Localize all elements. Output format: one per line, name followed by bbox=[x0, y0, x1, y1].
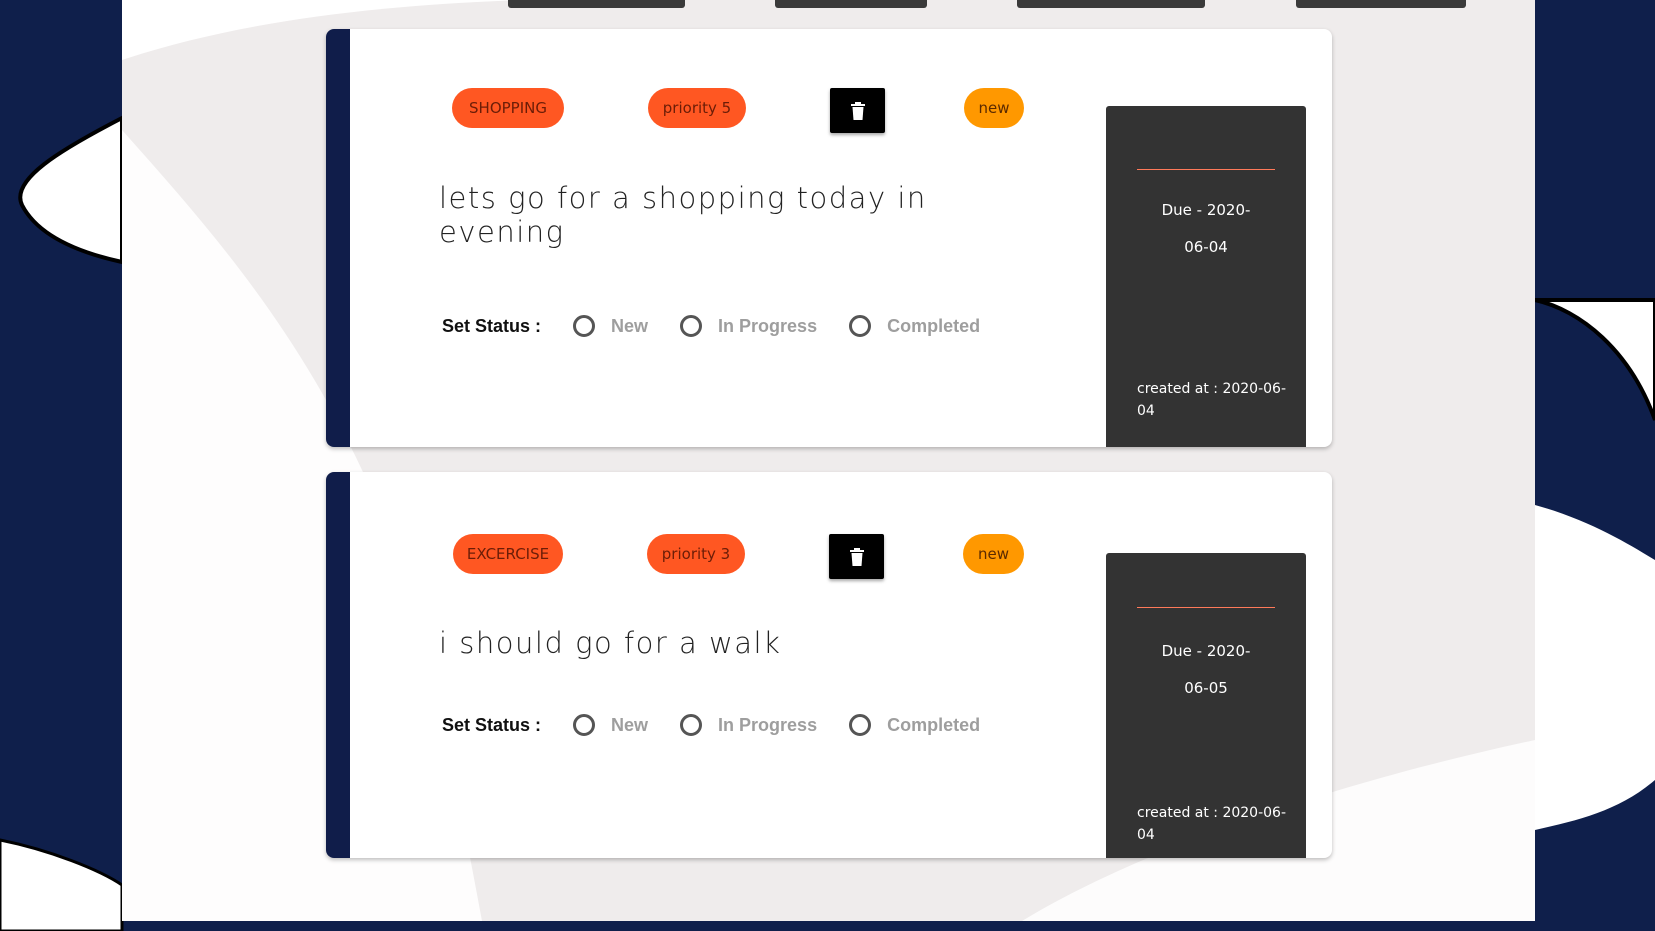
due-date-line1: Due - 2020- bbox=[1161, 642, 1251, 660]
category-badge: SHOPPING bbox=[452, 88, 564, 128]
top-nav-button-2[interactable] bbox=[775, 0, 927, 8]
status-radio-completed[interactable]: Completed bbox=[849, 315, 980, 337]
state-badge: new bbox=[964, 88, 1024, 128]
date-sidebar: Due - 2020- 06-04 created at : 2020-06- … bbox=[1106, 106, 1306, 447]
card-stripe bbox=[326, 472, 350, 858]
status-row: Set Status : New In Progress Completed bbox=[442, 710, 1012, 740]
priority-badge: priority 3 bbox=[647, 534, 745, 574]
radio-label: New bbox=[611, 714, 649, 735]
radio-circle[interactable] bbox=[680, 315, 703, 337]
trash-icon bbox=[849, 547, 864, 566]
divider bbox=[1137, 169, 1275, 170]
status-radio-completed[interactable]: Completed bbox=[849, 714, 980, 736]
top-nav-button-3[interactable] bbox=[1017, 0, 1205, 8]
top-nav-button-4[interactable] bbox=[1296, 0, 1466, 8]
radio-label: Completed bbox=[887, 714, 981, 735]
task-card: EXCERCISE priority 3 new i should go for… bbox=[326, 472, 1332, 858]
priority-badge: priority 5 bbox=[648, 88, 746, 128]
radio-circle[interactable] bbox=[680, 714, 703, 736]
radio-circle[interactable] bbox=[849, 315, 872, 337]
category-badge: EXCERCISE bbox=[453, 534, 563, 574]
card-stripe bbox=[326, 29, 350, 447]
status-radio-new[interactable]: New bbox=[573, 714, 648, 736]
radio-circle[interactable] bbox=[573, 714, 596, 736]
status-row: Set Status : New In Progress Completed bbox=[442, 311, 1012, 341]
radio-label: In Progress bbox=[718, 315, 818, 336]
created-date-line2: 04 bbox=[1137, 403, 1155, 419]
status-radio-in-progress[interactable]: In Progress bbox=[680, 714, 817, 736]
due-date-line1: Due - 2020- bbox=[1161, 201, 1251, 219]
delete-button[interactable] bbox=[830, 88, 885, 133]
radio-circle[interactable] bbox=[573, 315, 596, 337]
task-text: i should go for a walk bbox=[439, 626, 782, 660]
radio-label: New bbox=[611, 315, 649, 336]
radio-circle[interactable] bbox=[849, 714, 872, 736]
due-date-line2: 06-05 bbox=[1184, 679, 1228, 697]
date-sidebar: Due - 2020- 06-05 created at : 2020-06- … bbox=[1106, 553, 1306, 858]
state-badge: new bbox=[963, 534, 1024, 574]
task-text: lets go for a shopping today in evening bbox=[439, 181, 927, 249]
status-radio-in-progress[interactable]: In Progress bbox=[680, 315, 817, 337]
created-date-line2: 04 bbox=[1137, 827, 1155, 843]
status-label: Set Status : bbox=[442, 315, 542, 336]
radio-label: In Progress bbox=[718, 714, 818, 735]
radio-label: Completed bbox=[887, 315, 981, 336]
created-date-line1: created at : 2020-06- bbox=[1137, 381, 1287, 397]
delete-button[interactable] bbox=[829, 534, 884, 579]
divider bbox=[1137, 607, 1275, 608]
trash-icon bbox=[850, 101, 865, 120]
top-nav-button-1[interactable] bbox=[508, 0, 685, 8]
status-label: Set Status : bbox=[442, 714, 542, 735]
task-card: SHOPPING priority 5 new lets go for a sh… bbox=[326, 29, 1332, 447]
created-date-line1: created at : 2020-06- bbox=[1137, 805, 1287, 821]
status-radio-new[interactable]: New bbox=[573, 315, 648, 337]
due-date-line2: 06-04 bbox=[1184, 238, 1228, 256]
